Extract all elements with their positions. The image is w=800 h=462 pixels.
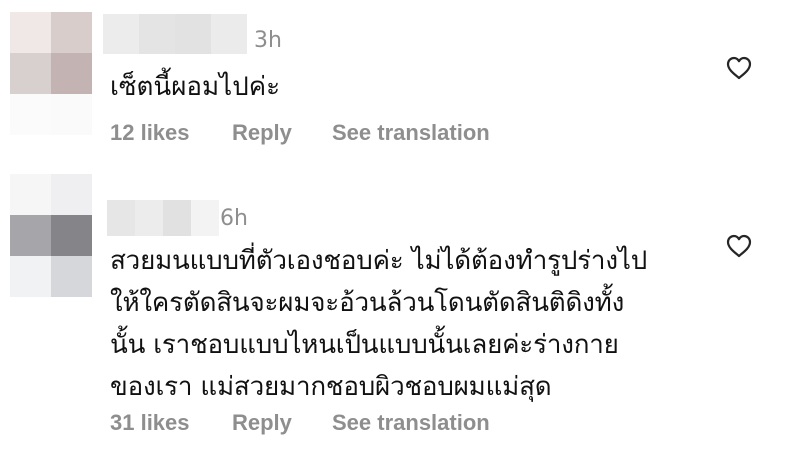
username-blurred[interactable] <box>107 200 219 236</box>
see-translation-link[interactable]: See translation <box>332 120 490 146</box>
heart-icon[interactable] <box>726 234 752 258</box>
avatar-pixel <box>10 174 51 215</box>
comment-actions: 12 likes Reply See translation <box>110 120 490 146</box>
heart-icon[interactable] <box>726 56 752 80</box>
comment-text: เซ็ตนี้ผอมไปค่ะ <box>110 72 281 102</box>
reply-button[interactable]: Reply <box>232 410 332 436</box>
comment-actions: 31 likes Reply See translation <box>110 410 490 436</box>
reply-button[interactable]: Reply <box>232 120 332 146</box>
avatar[interactable] <box>10 174 92 297</box>
comment-timestamp: 3h <box>254 28 282 53</box>
username-blurred[interactable] <box>103 14 247 54</box>
avatar-pixel <box>10 53 51 94</box>
avatar-pixel <box>51 12 92 53</box>
avatar-pixel <box>10 12 51 53</box>
avatar-pixel <box>51 174 92 215</box>
comment-item: 3h เซ็ตนี้ผอมไปค่ะ 12 likes Reply See tr… <box>0 0 800 160</box>
avatar-pixel <box>10 94 51 135</box>
likes-count[interactable]: 12 likes <box>110 120 232 146</box>
comment-timestamp: 6h <box>220 206 248 231</box>
likes-count[interactable]: 31 likes <box>110 410 232 436</box>
avatar-pixel <box>51 215 92 256</box>
avatar-pixel <box>51 53 92 94</box>
avatar-pixel <box>51 94 92 135</box>
avatar-pixel <box>10 215 51 256</box>
comment-item: 6h สวยมนแบบที่ตัวเองชอบค่ะ ไม่ได้ต้องทำร… <box>0 168 800 458</box>
avatar-pixel <box>51 256 92 297</box>
avatar[interactable] <box>10 12 92 135</box>
comment-text: สวยมนแบบที่ตัวเองชอบค่ะ ไม่ได้ต้องทำรูปร… <box>110 246 648 402</box>
avatar-pixel <box>10 256 51 297</box>
see-translation-link[interactable]: See translation <box>332 410 490 436</box>
